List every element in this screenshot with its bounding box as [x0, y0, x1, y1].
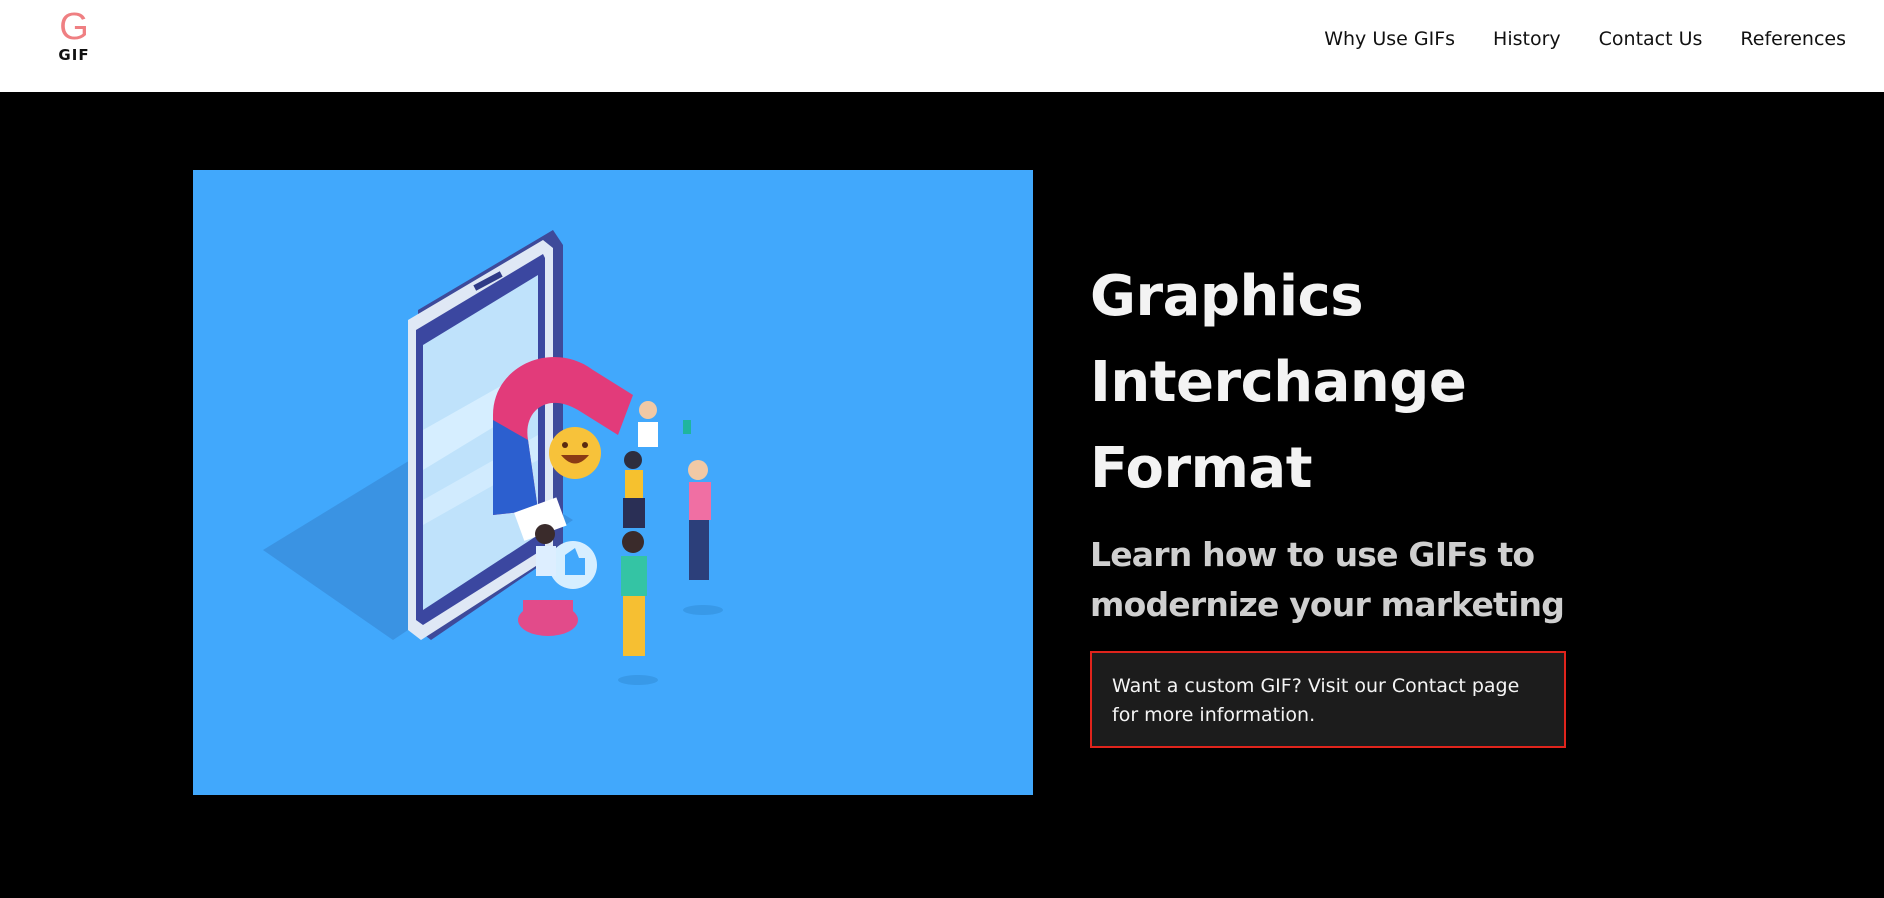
hero-subtitle: Learn how to use GIFs to modernize your …: [1090, 530, 1610, 630]
hero-title-line: Format: [1090, 436, 1312, 501]
hero-title: Graphics Interchange Format: [1090, 254, 1610, 512]
phone-magnet-people-illustration-icon: [263, 230, 723, 685]
hero-subtitle-line: Learn how to use GIFs to: [1090, 535, 1535, 574]
contact-callout-text: Want a custom GIF? Visit our Contact pag…: [1112, 675, 1520, 726]
logo-letter: G: [59, 6, 89, 48]
hero-title-line: Graphics: [1090, 264, 1364, 329]
nav-why-use-gifs[interactable]: Why Use GIFs: [1324, 26, 1455, 52]
nav-contact-us[interactable]: Contact Us: [1599, 26, 1703, 52]
site-header: G GIF Why Use GIFs History Contact Us Re…: [0, 0, 1884, 92]
hero-subtitle-line: modernize your marketing: [1090, 585, 1565, 624]
main-nav: Why Use GIFs History Contact Us Referenc…: [1324, 26, 1846, 52]
gif-logo[interactable]: G GIF: [52, 6, 96, 64]
nav-history[interactable]: History: [1493, 26, 1561, 52]
logo-text: GIF: [58, 46, 90, 64]
contact-callout: Want a custom GIF? Visit our Contact pag…: [1090, 651, 1566, 748]
hero-illustration: [193, 170, 1033, 795]
hero-title-line: Interchange: [1090, 350, 1467, 415]
nav-references[interactable]: References: [1740, 26, 1846, 52]
